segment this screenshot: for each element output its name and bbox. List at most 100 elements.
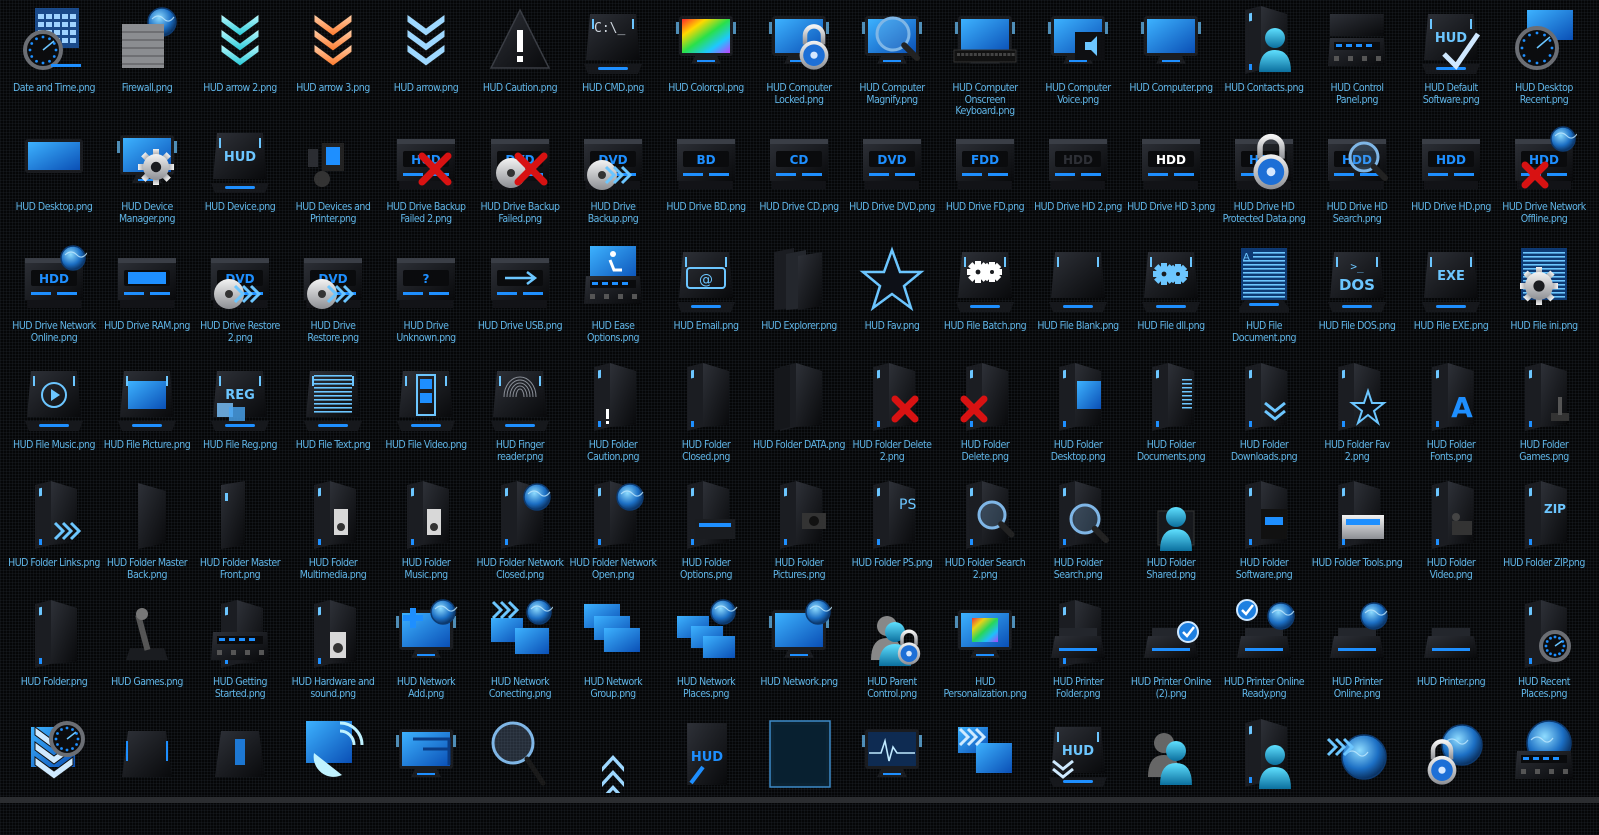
icon-file-item[interactable]: HUD Ease Options.png	[567, 242, 659, 360]
icon-file-item[interactable]: HUD Folder Caution.png	[567, 361, 659, 479]
icon-file-item[interactable]: HUD Games.png	[101, 598, 193, 716]
icon-file-item[interactable]: HUD Desktop Recent.png	[1498, 4, 1590, 122]
icon-file-item[interactable]: HUD Computer.png	[1125, 4, 1217, 122]
icon-file-item[interactable]: HUD Contacts.png	[1218, 4, 1310, 122]
icon-file-item[interactable]	[8, 717, 100, 835]
icon-file-item[interactable]: HUD Folder Shared.png	[1125, 479, 1217, 597]
icon-file-item[interactable]: HUD Folder Pictures.png	[753, 479, 845, 597]
icon-file-item[interactable]: HUD Network.png	[753, 598, 845, 716]
icon-file-item[interactable]: HUD Computer Onscreen Keyboard.png	[939, 4, 1031, 122]
icon-file-item[interactable]: HUD Folder Games.png	[1498, 361, 1590, 479]
icon-file-item[interactable]: HUD File Blank.png	[1032, 242, 1124, 360]
icon-file-item[interactable]: HUD Printer Online (2).png	[1125, 598, 1217, 716]
icon-file-item[interactable]: HUD Recent Places.png	[1498, 598, 1590, 716]
icon-file-item[interactable]: HUD Explorer.png	[753, 242, 845, 360]
icon-file-item[interactable]: HUD Folder Network Closed.png	[474, 479, 566, 597]
icon-file-item[interactable]: @ HUD Email.png	[660, 242, 752, 360]
icon-file-item[interactable]: HUD Personalization.png	[939, 598, 1031, 716]
icon-file-item[interactable]: HUD HUD Default Software.png	[1405, 4, 1497, 122]
icon-file-item[interactable]: HUD Finger reader.png	[474, 361, 566, 479]
icon-file-item[interactable]: HUD Control Panel.png	[1311, 4, 1403, 122]
icon-file-item[interactable]	[1218, 717, 1310, 835]
icon-file-item[interactable]: HUD Computer Magnify.png	[846, 4, 938, 122]
icon-file-item[interactable]: Date and Time.png	[8, 4, 100, 122]
icon-file-item[interactable]: HUD Getting Started.png	[194, 598, 286, 716]
icon-file-item[interactable]: HDD HUD Drive Network Online.png	[8, 242, 100, 360]
icon-file-item[interactable]: HUD File Video.png	[380, 361, 472, 479]
icon-file-item[interactable]: HUD Folder Music.png	[380, 479, 472, 597]
icon-file-item[interactable]: HUD File Text.png	[287, 361, 379, 479]
icon-file-item[interactable]: HUD Folder Closed.png	[660, 361, 752, 479]
icon-file-item[interactable]: HUD Folder Master Back.png	[101, 479, 193, 597]
icon-file-item[interactable]: FDD HUD Drive FD.png	[939, 123, 1031, 241]
icon-file-item[interactable]: HUD Folder Multimedia.png	[287, 479, 379, 597]
icon-file-item[interactable]	[1125, 717, 1217, 835]
icon-file-item[interactable]: HUD Network Group.png	[567, 598, 659, 716]
icon-file-item[interactable]: HUD Network Add.png	[380, 598, 472, 716]
icon-file-item[interactable]: HUD	[660, 717, 752, 835]
icon-file-item[interactable]: HUD Desktop.png	[8, 123, 100, 241]
icon-file-item[interactable]: HUD Folder Delete 2.png	[846, 361, 938, 479]
icon-file-item[interactable]: HUD Caution.png	[474, 4, 566, 122]
icon-file-item[interactable]	[380, 717, 472, 835]
icon-file-item[interactable]: HUD Computer Voice.png	[1032, 4, 1124, 122]
icon-file-item[interactable]: HUD Printer Folder.png	[1032, 598, 1124, 716]
icon-file-item[interactable]: Firewall.png	[101, 4, 193, 122]
icon-file-item[interactable]: HUD Folder Delete.png	[939, 361, 1031, 479]
icon-file-item[interactable]	[939, 717, 1031, 835]
icon-file-item[interactable]: HUD Drive RAM.png	[101, 242, 193, 360]
icon-file-item[interactable]: HUD	[1032, 717, 1124, 835]
icon-file-item[interactable]	[753, 717, 845, 835]
icon-file-item[interactable]: REG HUD File Reg.png	[194, 361, 286, 479]
icon-file-item[interactable]: HUD Printer Online Ready.png	[1218, 598, 1310, 716]
icon-file-item[interactable]: HUD File Music.png	[8, 361, 100, 479]
icon-file-item[interactable]: HUD Folder Tools.png	[1311, 479, 1403, 597]
icon-file-item[interactable]: HUD File Batch.png	[939, 242, 1031, 360]
icon-file-item[interactable]: DVD HUD Drive Restore.png	[287, 242, 379, 360]
icon-file-item[interactable]: HUD Folder Video.png	[1405, 479, 1497, 597]
icon-file-item[interactable]: HUD Computer Locked.png	[753, 4, 845, 122]
icon-file-item[interactable]: HUD Folder Options.png	[660, 479, 752, 597]
icon-file-item[interactable]	[1311, 717, 1403, 835]
icon-file-item[interactable]: HUD Printer Online.png	[1311, 598, 1403, 716]
icon-file-item[interactable]	[194, 717, 286, 835]
icon-file-item[interactable]: DVDHUD Drive Backup Failed.png	[474, 123, 566, 241]
icon-file-item[interactable]: HUD Network Conecting.png	[474, 598, 566, 716]
icon-file-item[interactable]: HDD HUD Drive HD.png	[1405, 123, 1497, 241]
icon-file-item[interactable]: EXE HUD File EXE.png	[1405, 242, 1497, 360]
icon-file-item[interactable]: HUD Folder Desktop.png	[1032, 361, 1124, 479]
icon-file-item[interactable]: HUD Devices and Printer.png	[287, 123, 379, 241]
icon-file-item[interactable]: HUD File dll.png	[1125, 242, 1217, 360]
icon-file-item[interactable]: HDD HUD Drive HD 2.png	[1032, 123, 1124, 241]
icon-file-item[interactable]: HUD arrow.png	[380, 4, 472, 122]
icon-file-item[interactable]: >_ DOS HUD File DOS.png	[1311, 242, 1403, 360]
icon-file-item[interactable]	[101, 717, 193, 835]
icon-file-item[interactable]: CD HUD Drive CD.png	[753, 123, 845, 241]
icon-file-item[interactable]: HDDHUD Drive HD Search.png	[1311, 123, 1403, 241]
icon-file-item[interactable]: HUD Fav.png	[846, 242, 938, 360]
icon-file-item[interactable]: HUD Folder Links.png	[8, 479, 100, 597]
icon-file-item[interactable]: DVD HUD Drive DVD.png	[846, 123, 938, 241]
icon-file-item[interactable]: HUD arrow 2.png	[194, 4, 286, 122]
icon-file-item[interactable]: HUD Network Places.png	[660, 598, 752, 716]
icon-file-item[interactable]: HUD Folder Network Open.png	[567, 479, 659, 597]
icon-file-item[interactable]: HUD Colorcpl.png	[660, 4, 752, 122]
icon-file-item[interactable]: HDD HUD Drive HD 3.png	[1125, 123, 1217, 241]
icon-file-item[interactable]: HUD Printer.png	[1405, 598, 1497, 716]
icon-file-item[interactable]: HUD Folder Search.png	[1032, 479, 1124, 597]
icon-file-item[interactable]: HUD Folder.png	[8, 598, 100, 716]
icon-file-item[interactable]: A HUD File Document.png	[1218, 242, 1310, 360]
icon-file-item[interactable]: A HUD Folder Fonts.png	[1405, 361, 1497, 479]
icon-file-item[interactable]: HUDHUD Drive Backup Failed 2.png	[380, 123, 472, 241]
icon-file-item[interactable]: HUD Folder Fav 2.png	[1311, 361, 1403, 479]
icon-file-item[interactable]	[567, 717, 659, 835]
icon-file-item[interactable]: HUD Folder Documents.png	[1125, 361, 1217, 479]
icon-file-item[interactable]: HUD Parent Control.png	[846, 598, 938, 716]
icon-file-item[interactable]	[1498, 717, 1590, 835]
icon-file-item[interactable]: HUD Folder DATA.png	[753, 361, 845, 479]
icon-file-item[interactable]	[1405, 717, 1497, 835]
icon-file-item[interactable]: HUD Folder Master Front.png	[194, 479, 286, 597]
icon-file-item[interactable]: DVD HUD Drive Backup.png	[567, 123, 659, 241]
icon-file-item[interactable]	[474, 717, 566, 835]
icon-file-item[interactable]: HUD File Picture.png	[101, 361, 193, 479]
